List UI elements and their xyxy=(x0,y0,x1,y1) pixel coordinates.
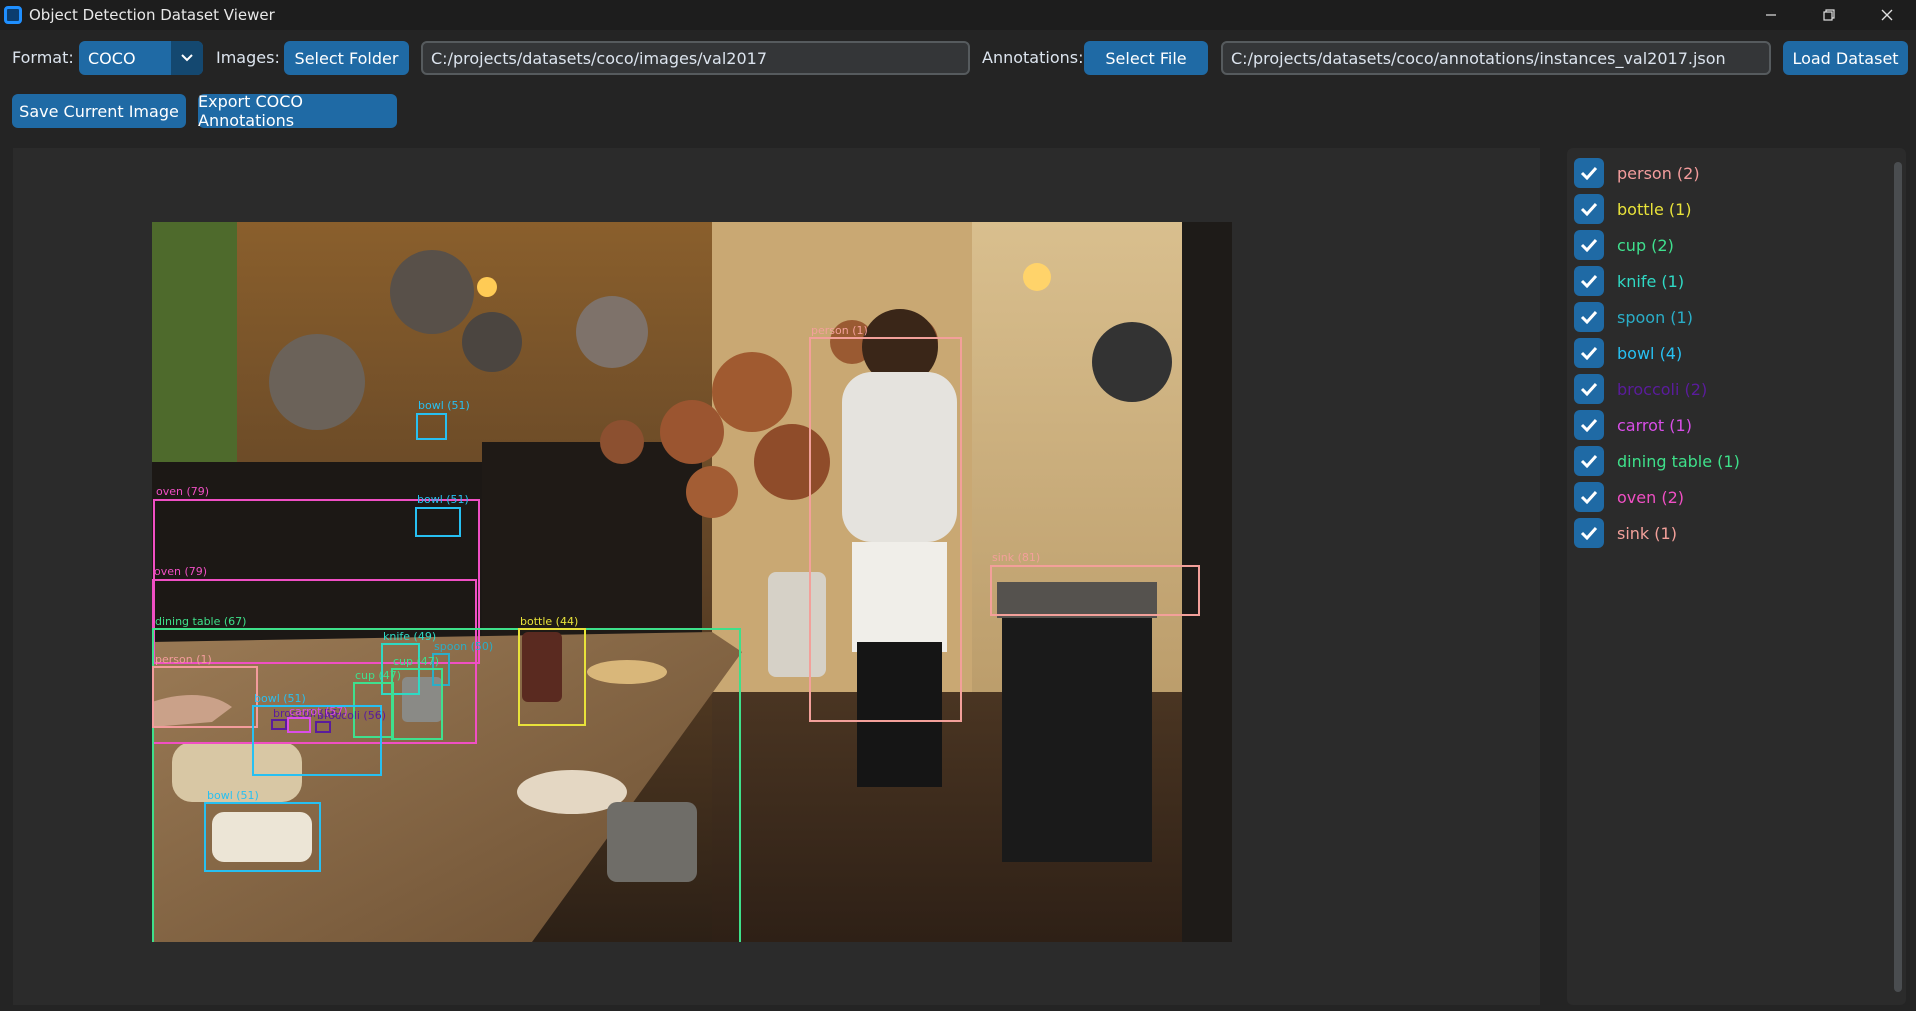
checkbox-checked-icon[interactable] xyxy=(1574,302,1604,332)
class-label: bowl (4) xyxy=(1617,343,1683,363)
bbox-bottle[interactable]: bottle (44) xyxy=(518,616,586,726)
bbox-cup[interactable]: cup (47) xyxy=(391,656,443,740)
action-toolbar: Save Current Image Export COCO Annotatio… xyxy=(0,92,1916,130)
class-filter-item[interactable]: oven (2) xyxy=(1574,482,1684,512)
class-filter-item[interactable]: sink (1) xyxy=(1574,518,1677,548)
bbox-label: spoon (50) xyxy=(434,640,494,653)
class-filter-item[interactable]: carrot (1) xyxy=(1574,410,1692,440)
app-icon xyxy=(4,6,22,24)
export-coco-button[interactable]: Export COCO Annotations xyxy=(198,92,397,130)
select-file-button[interactable]: Select File xyxy=(1084,41,1208,75)
class-filter-item[interactable]: person (2) xyxy=(1574,158,1700,188)
minimize-button[interactable] xyxy=(1742,0,1800,30)
chevron-down-icon[interactable] xyxy=(171,41,203,75)
bbox-broccoli[interactable]: broccoli (56) xyxy=(271,708,342,730)
bbox-person[interactable]: person (1) xyxy=(152,654,258,728)
class-label: spoon (1) xyxy=(1617,307,1693,327)
bbox-label: cup (47) xyxy=(393,655,440,668)
restore-button[interactable] xyxy=(1800,0,1858,30)
kitchen-photo: person (1) bowl (51) oven (79) bowl (51)… xyxy=(152,222,1232,942)
bbox-bowl[interactable]: bowl (51) xyxy=(415,494,469,537)
class-filter-item[interactable]: dining table (1) xyxy=(1574,446,1740,476)
bbox-label: person (1) xyxy=(811,324,868,337)
bbox-label: sink (81) xyxy=(992,551,1041,564)
annotations-path-field[interactable]: C:/projects/datasets/coco/annotations/in… xyxy=(1221,41,1771,75)
class-label: dining table (1) xyxy=(1617,451,1740,471)
class-filter-item[interactable]: spoon (1) xyxy=(1574,302,1693,332)
bbox-label: knife (49) xyxy=(383,630,437,643)
bbox-label: oven (79) xyxy=(154,565,208,578)
class-filter-item[interactable]: cup (2) xyxy=(1574,230,1674,260)
bbox-label: oven (79) xyxy=(156,485,210,498)
class-label: oven (2) xyxy=(1617,487,1684,507)
class-filter-panel: person (2) bottle (1) cup (2) knife (1) spoo… xyxy=(1567,148,1906,1005)
checkbox-checked-icon[interactable] xyxy=(1574,266,1604,296)
format-value: COCO xyxy=(88,48,136,68)
bbox-carrot[interactable]: carrot (57) xyxy=(287,706,348,733)
checkbox-checked-icon[interactable] xyxy=(1574,230,1604,260)
images-label: Images: xyxy=(216,48,280,67)
bbox-bowl[interactable]: bowl (51) xyxy=(416,400,470,440)
class-filter-item[interactable]: bowl (4) xyxy=(1574,338,1682,368)
bbox-label: bottle (44) xyxy=(520,615,579,628)
class-label: cup (2) xyxy=(1617,235,1674,255)
images-path-field[interactable]: C:/projects/datasets/coco/images/val2017 xyxy=(421,41,970,75)
bbox-bowl[interactable]: bowl (51) xyxy=(204,790,321,872)
dataset-toolbar: Format: COCO Images: Select Folder C:/pr… xyxy=(0,38,1916,78)
bbox-label: bowl (51) xyxy=(207,789,259,802)
class-filter-item[interactable]: broccoli (2) xyxy=(1574,374,1707,404)
bbox-label: person (1) xyxy=(155,653,212,666)
close-icon xyxy=(1881,9,1893,21)
class-label: bottle (1) xyxy=(1617,199,1692,219)
checkbox-checked-icon[interactable] xyxy=(1574,410,1604,440)
bbox-label: bowl (51) xyxy=(418,399,470,412)
panel-scrollbar[interactable] xyxy=(1894,162,1902,992)
image-canvas[interactable]: person (1) bowl (51) oven (79) bowl (51)… xyxy=(13,148,1540,1005)
checkbox-checked-icon[interactable] xyxy=(1574,446,1604,476)
checkbox-checked-icon[interactable] xyxy=(1574,158,1604,188)
window-title: Object Detection Dataset Viewer xyxy=(29,6,275,24)
bbox-label: carrot (57) xyxy=(289,705,348,718)
class-filter-item[interactable]: bottle (1) xyxy=(1574,194,1692,224)
restore-icon xyxy=(1823,9,1835,21)
bbox-label: bowl (51) xyxy=(417,493,469,506)
checkbox-checked-icon[interactable] xyxy=(1574,338,1604,368)
class-label: sink (1) xyxy=(1617,523,1677,543)
class-label: carrot (1) xyxy=(1617,415,1692,435)
annotations-label: Annotations: xyxy=(982,48,1084,67)
close-button[interactable] xyxy=(1858,0,1916,30)
checkbox-checked-icon[interactable] xyxy=(1574,374,1604,404)
select-folder-button[interactable]: Select Folder xyxy=(284,41,409,75)
class-label: knife (1) xyxy=(1617,271,1685,291)
class-label: broccoli (2) xyxy=(1617,379,1708,399)
bbox-person[interactable]: person (1) xyxy=(809,325,962,722)
checkbox-checked-icon[interactable] xyxy=(1574,194,1604,224)
checkbox-checked-icon[interactable] xyxy=(1574,518,1604,548)
checkbox-checked-icon[interactable] xyxy=(1574,482,1604,512)
bbox-broccoli[interactable]: broccoli (56) xyxy=(315,710,386,733)
minimize-icon xyxy=(1766,14,1776,16)
window-controls xyxy=(1742,0,1916,30)
format-label: Format: xyxy=(12,48,74,67)
class-filter-item[interactable]: knife (1) xyxy=(1574,266,1684,296)
load-dataset-button[interactable]: Load Dataset xyxy=(1783,41,1908,75)
class-label: person (2) xyxy=(1617,163,1700,183)
bbox-label: bowl (51) xyxy=(254,692,306,705)
bbox-label: dining table (67) xyxy=(155,615,247,628)
save-image-button[interactable]: Save Current Image xyxy=(12,94,186,128)
format-dropdown[interactable]: COCO xyxy=(79,41,203,75)
title-bar: Object Detection Dataset Viewer xyxy=(0,0,1916,30)
bbox-sink[interactable]: sink (81) xyxy=(990,552,1200,616)
